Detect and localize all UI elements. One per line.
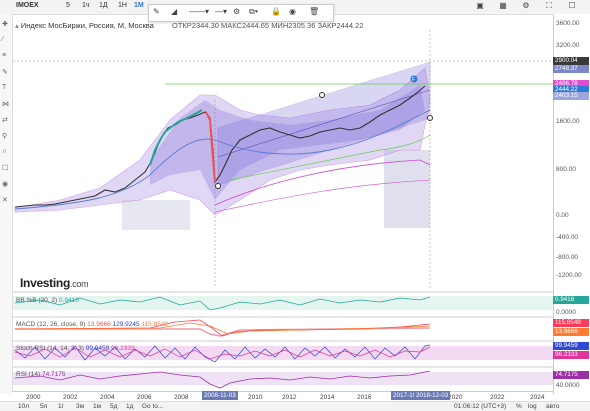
time-label: 2008 — [174, 394, 189, 401]
time-label: 2000 — [26, 394, 41, 401]
price-label: -800.00 — [556, 254, 579, 261]
bb-label: BB %B (20, 2) — [16, 297, 58, 304]
range-5d[interactable]: 5д — [110, 403, 117, 410]
price-label: 3600.00 — [556, 20, 580, 27]
percent-toggle[interactable]: % — [516, 403, 522, 410]
price-label: 800.00 — [556, 166, 576, 173]
rsi-band — [13, 372, 553, 385]
price-tag: 2748.37 — [553, 65, 589, 73]
bb-panel-band — [13, 296, 553, 310]
time-highlight: 2018-12-03 — [414, 391, 451, 400]
bb-panel-label[interactable]: BB %B (20, 2) 0.9416 — [16, 297, 79, 304]
time-label: 2016 — [357, 394, 372, 401]
stoch-panel-label[interactable]: Stoch RSI (14, 14, 3, 3) 99.9459 96.2333 — [16, 345, 135, 352]
macd-histogram — [15, 327, 431, 337]
price-label: 3200.00 — [556, 42, 580, 49]
save-icon[interactable]: ☐ — [566, 1, 578, 12]
logo-suffix: .com — [69, 279, 89, 289]
stoch-label: Stoch RSI (14, 14, 3, 3) — [16, 345, 84, 352]
rsi-scale-tag: 74.7175 — [553, 371, 589, 379]
logo-brand: Investing — [20, 276, 70, 290]
rsi-panel-label[interactable]: RSI (14) 74.7175 — [16, 371, 66, 378]
macd-scale-tag: 115.8549 — [553, 319, 589, 327]
macd-value-3: 115.8549 — [141, 321, 169, 328]
clock-readout: 01:06:12 (UTC+3) — [454, 403, 507, 410]
go-to-button[interactable]: Go to... — [142, 403, 163, 410]
event-marker-label: F — [412, 77, 415, 83]
range-10y[interactable]: 10л — [18, 403, 29, 410]
channel-handle[interactable] — [215, 183, 221, 189]
price-label: 0.00 — [556, 212, 569, 219]
range-5y[interactable]: 5л — [40, 403, 47, 410]
stoch-scale-tag: 99.9459 — [553, 342, 589, 350]
time-label: 2024 — [530, 394, 545, 401]
price-label: -400.00 — [556, 234, 579, 241]
stoch-value-1: 99.9459 — [85, 345, 110, 352]
time-label: 2010 — [248, 394, 263, 401]
price-tag: 2403.15 — [553, 92, 589, 100]
stoch-scale-tag: 96.2333 — [553, 351, 589, 359]
investing-logo: Investing.com — [20, 276, 89, 290]
price-label: -1200.00 — [556, 272, 582, 279]
stoch-value-2: 96.2333 — [111, 345, 135, 352]
macd-label: MACD (12, 26, close, 9) — [16, 321, 86, 328]
time-highlight: 2008-11-03 — [202, 391, 238, 400]
bb-scale-label: 0.0000 — [556, 309, 576, 316]
macd-value-1: 13.9666 — [87, 321, 111, 328]
projection-box — [122, 200, 190, 230]
macd-scale-tag: 13.9666 — [553, 328, 589, 336]
price-label: 1600.00 — [556, 118, 580, 125]
range-3m[interactable]: 3м — [76, 403, 84, 410]
time-label: 2002 — [63, 394, 78, 401]
time-label: 2006 — [137, 394, 152, 401]
log-toggle[interactable]: log — [528, 403, 537, 410]
macd-panel-label[interactable]: MACD (12, 26, close, 9) 13.9666 129.9245… — [16, 321, 168, 328]
channel-handle[interactable] — [319, 92, 325, 98]
rsi-value: 74.7175 — [42, 371, 66, 378]
time-label: 2012 — [282, 394, 297, 401]
price-tag: 2900.04 — [553, 57, 589, 65]
rsi-scale-label: 40.0000 — [556, 382, 580, 389]
main-chart[interactable]: F — [0, 0, 553, 394]
bb-scale-tag: 0.9416 — [553, 296, 589, 304]
time-label: 2014 — [320, 394, 335, 401]
rsi-label: RSI (14) — [16, 371, 41, 378]
time-label: 2022 — [490, 394, 505, 401]
range-1m[interactable]: 1м — [93, 403, 101, 410]
range-1d[interactable]: 1д — [126, 403, 133, 410]
macd-value-2: 129.9245 — [112, 321, 140, 328]
range-1y[interactable]: 1г — [58, 403, 64, 410]
auto-toggle[interactable]: авто — [546, 403, 559, 410]
bb-value: 0.9416 — [59, 297, 79, 304]
time-label: 2004 — [100, 394, 115, 401]
